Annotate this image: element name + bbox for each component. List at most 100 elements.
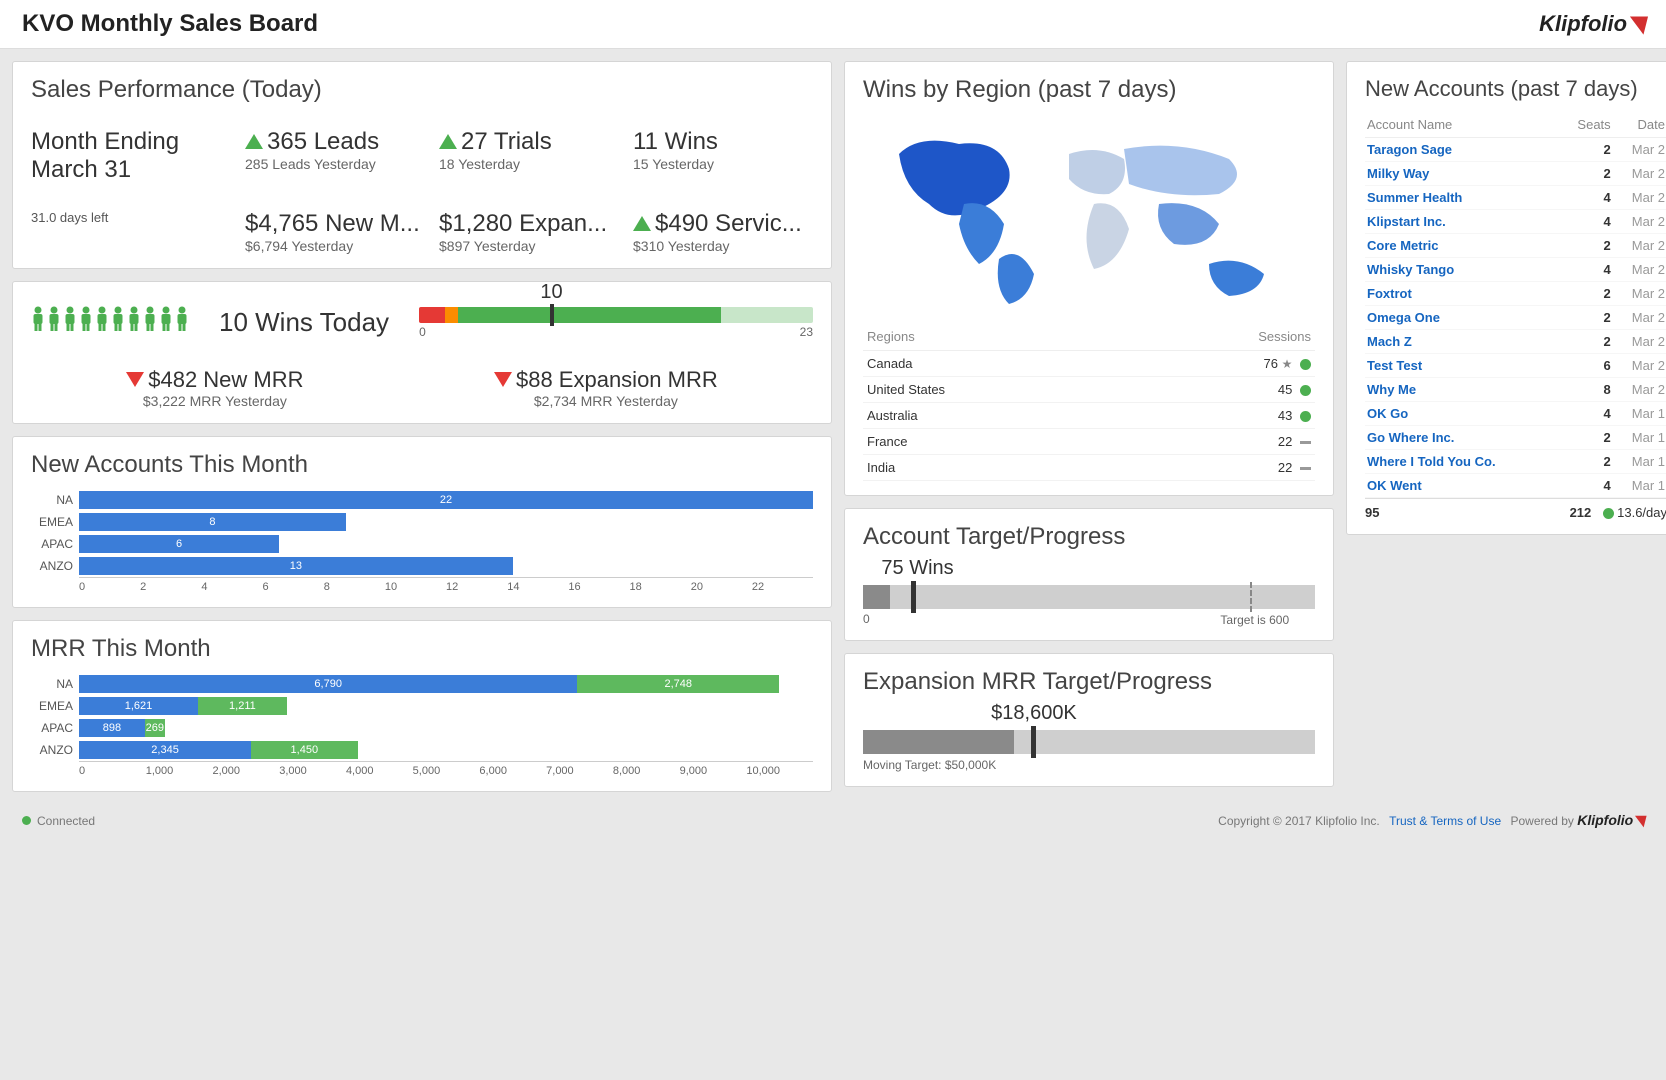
status-dot-icon: [1300, 385, 1311, 396]
expansion-target-card: Expansion MRR Target/Progress $18,600K M…: [844, 653, 1334, 787]
days-left: 31.0 days left: [31, 210, 231, 254]
metric-service: $490 Servic... $310 Yesterday: [633, 210, 813, 254]
dash-icon: [1300, 467, 1311, 470]
account-link[interactable]: Core Metric: [1367, 238, 1439, 253]
card-title: MRR This Month: [31, 635, 813, 663]
star-icon: ★: [1282, 357, 1293, 371]
copyright-text: Copyright © 2017 Klipfolio Inc.: [1218, 814, 1380, 828]
wins-today-label: 10 Wins Today: [219, 307, 389, 338]
accounts-footer: 95 212 13.6/day: [1365, 498, 1666, 520]
person-icon: [47, 306, 61, 339]
chart-row: NA6,7902,748: [31, 673, 813, 695]
chart-row: ANZO13: [31, 555, 813, 577]
table-row: OK Go4Mar 1: [1365, 402, 1666, 426]
sales-performance-card: Sales Performance (Today) Month Ending M…: [12, 61, 832, 269]
table-row: OK Went4Mar 1: [1365, 474, 1666, 498]
person-icon: [127, 306, 141, 339]
new-accounts-month-card: New Accounts This Month NA22EMEA8APAC6AN…: [12, 436, 832, 608]
col-sessions: Sessions: [1128, 323, 1315, 351]
topbar: KVO Monthly Sales Board Klipfolio◥: [0, 0, 1666, 49]
status-dot-icon: [1300, 359, 1311, 370]
account-link[interactable]: OK Go: [1367, 406, 1408, 421]
trend-up-icon: [633, 216, 651, 231]
connection-status-icon: [22, 816, 31, 825]
trend-up-icon: [439, 134, 457, 149]
table-row: Klipstart Inc.4Mar 2: [1365, 210, 1666, 234]
account-target-card: Account Target/Progress 75 Wins 0 Target…: [844, 508, 1334, 641]
expansion-mrr-metric: $88 Expansion MRR $2,734 MRR Yesterday: [494, 367, 718, 409]
trend-down-icon: [126, 372, 144, 387]
world-map: [863, 114, 1315, 314]
table-row: Where I Told You Co.2Mar 1: [1365, 450, 1666, 474]
wins-today-card: 10 Wins Today 10 023 $482 New MRR $3,222…: [12, 281, 832, 424]
chart-row: APAC6: [31, 533, 813, 555]
person-icon: [79, 306, 93, 339]
metric-expansion: $1,280 Expan... $897 Yesterday: [439, 210, 619, 254]
footer: Connected Copyright © 2017 Klipfolio Inc…: [0, 804, 1666, 837]
month-ending-label: Month Ending March 31: [31, 128, 231, 184]
trust-link[interactable]: Trust & Terms of Use: [1389, 814, 1501, 828]
table-row: France22: [863, 429, 1315, 455]
table-row: Australia43: [863, 403, 1315, 429]
table-row: Foxtrot2Mar 2: [1365, 282, 1666, 306]
trend-down-icon: [494, 372, 512, 387]
col-seats: Seats: [1558, 112, 1612, 138]
account-progress-bar: [863, 585, 1315, 609]
metric-new-mrr: $4,765 New M... $6,794 Yesterday: [245, 210, 425, 254]
card-title: New Accounts This Month: [31, 451, 813, 479]
account-link[interactable]: Go Where Inc.: [1367, 430, 1454, 445]
new-mrr-metric: $482 New MRR $3,222 MRR Yesterday: [126, 367, 303, 409]
person-icon: [63, 306, 77, 339]
expansion-progress-bar: [863, 730, 1315, 754]
card-title: Account Target/Progress: [863, 523, 1315, 551]
account-link[interactable]: Why Me: [1367, 382, 1416, 397]
col-regions: Regions: [863, 323, 1128, 351]
account-link[interactable]: Milky Way: [1367, 166, 1429, 181]
region-table: Regions Sessions Canada76 ★ United State…: [863, 323, 1315, 481]
account-link[interactable]: Test Test: [1367, 358, 1422, 373]
account-link[interactable]: Klipstart Inc.: [1367, 214, 1446, 229]
card-title: New Accounts (past 7 days): [1365, 76, 1666, 102]
account-link[interactable]: Omega One: [1367, 310, 1440, 325]
trend-up-icon: [245, 134, 263, 149]
table-row: Milky Way2Mar 2: [1365, 162, 1666, 186]
chart-row: APAC898269: [31, 717, 813, 739]
chart-row: EMEA8: [31, 511, 813, 533]
people-icons: [31, 306, 189, 339]
table-row: Summer Health4Mar 2: [1365, 186, 1666, 210]
card-title: Expansion MRR Target/Progress: [863, 668, 1315, 696]
table-row: Whisky Tango4Mar 2: [1365, 258, 1666, 282]
mrr-bar-chart: NA6,7902,748EMEA1,6211,211APAC898269ANZO…: [31, 673, 813, 777]
brand-logo: Klipfolio◥: [1539, 11, 1644, 37]
account-link[interactable]: Taragon Sage: [1367, 142, 1452, 157]
metric-wins: 11 Wins 15 Yesterday: [633, 128, 813, 184]
account-link[interactable]: Whisky Tango: [1367, 262, 1454, 277]
col-account-name: Account Name: [1365, 112, 1558, 138]
wins-by-region-card: Wins by Region (past 7 days) Regions Ses…: [844, 61, 1334, 496]
account-link[interactable]: OK Went: [1367, 478, 1422, 493]
table-row: India22: [863, 455, 1315, 481]
card-title: Sales Performance (Today): [31, 76, 813, 104]
table-row: Taragon Sage2Mar 2: [1365, 138, 1666, 162]
table-row: Test Test6Mar 2: [1365, 354, 1666, 378]
account-link[interactable]: Foxtrot: [1367, 286, 1412, 301]
account-link[interactable]: Where I Told You Co.: [1367, 454, 1496, 469]
table-row: Omega One2Mar 2: [1365, 306, 1666, 330]
account-link[interactable]: Mach Z: [1367, 334, 1412, 349]
person-icon: [31, 306, 45, 339]
wins-gauge: 10 023: [419, 307, 813, 339]
new-accounts-bar-chart: NA22EMEA8APAC6ANZO130246810121416182022: [31, 489, 813, 593]
account-link[interactable]: Summer Health: [1367, 190, 1462, 205]
new-accounts-7d-card: New Accounts (past 7 days) Account Name …: [1346, 61, 1666, 535]
dash-icon: [1300, 441, 1311, 444]
person-icon: [175, 306, 189, 339]
moving-target-text: Moving Target: $50,000K: [863, 758, 1315, 772]
card-title: Wins by Region (past 7 days): [863, 76, 1315, 104]
expansion-progress-label: $18,600K: [991, 702, 1077, 725]
person-icon: [159, 306, 173, 339]
col-date: Date: [1613, 112, 1666, 138]
account-progress-label: 75 Wins: [881, 557, 953, 580]
person-icon: [111, 306, 125, 339]
table-row: Go Where Inc.2Mar 1: [1365, 426, 1666, 450]
mrr-month-card: MRR This Month NA6,7902,748EMEA1,6211,21…: [12, 620, 832, 792]
